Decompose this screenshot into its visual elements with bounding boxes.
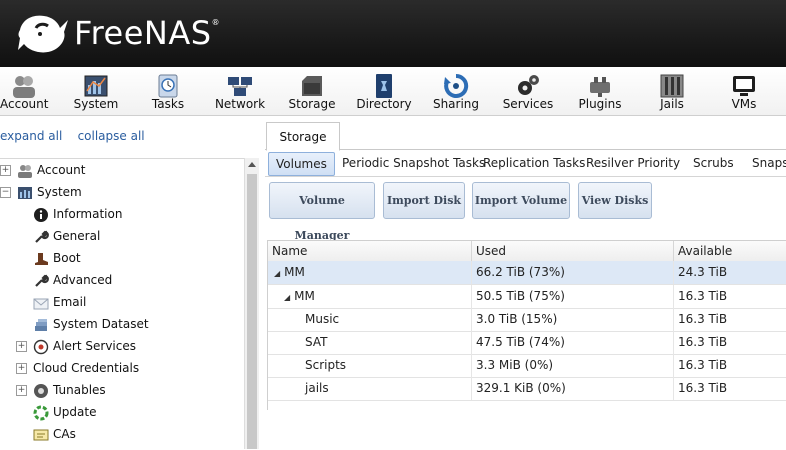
tree-item-system[interactable]: − System — [0, 182, 82, 202]
subtab-snapshots[interactable]: Snaps — [752, 152, 786, 174]
storage-icon — [302, 76, 322, 96]
update-icon — [33, 405, 49, 420]
table-row[interactable]: jails 329.1 KiB (0%) 16.3 TiB — [268, 377, 786, 401]
account-icon — [18, 164, 32, 178]
toolbar-system-button[interactable]: System — [70, 67, 122, 115]
alert-icon — [33, 339, 49, 354]
table-row[interactable]: Scripts 3.3 MiB (0%) 16.3 TiB — [268, 354, 786, 378]
plugins-icon — [590, 77, 610, 97]
tree-item-email[interactable]: Email — [33, 292, 86, 312]
toolbar-jails-button[interactable]: Jails — [650, 67, 694, 115]
table-row[interactable]: ◢ MM 50.5 TiB (75%) 16.3 TiB — [268, 285, 786, 309]
expand-toggle-icon[interactable]: + — [16, 385, 27, 396]
storage-subtabs: Volumes Periodic Snapshot Tasks Replicat… — [265, 150, 786, 177]
system-icon — [18, 186, 32, 199]
directory-icon — [376, 74, 392, 98]
collapse-toggle-icon[interactable]: − — [0, 187, 11, 198]
dataset-icon — [35, 318, 47, 331]
volume-manager-button[interactable]: Volume Manager — [269, 182, 375, 242]
boot-icon — [35, 252, 48, 265]
subtab-volumes[interactable]: Volumes — [268, 152, 335, 176]
subtab-resilver-priority[interactable]: Resilver Priority — [586, 152, 680, 174]
account-icon — [13, 76, 35, 98]
toolbar-sharing-button[interactable]: Sharing — [432, 67, 480, 115]
table-row[interactable]: SAT 47.5 TiB (74%) 16.3 TiB — [268, 331, 786, 355]
scroll-up-arrow-icon[interactable] — [248, 162, 256, 167]
jails-icon — [660, 74, 684, 98]
sharing-icon — [444, 73, 469, 98]
subtab-periodic-snapshot-tasks[interactable]: Periodic Snapshot Tasks — [342, 152, 485, 174]
services-icon — [518, 75, 539, 95]
toolbar-network-button[interactable]: Network — [212, 67, 268, 115]
tree-item-update[interactable]: Update — [33, 402, 96, 422]
table-header: Name Used Available — [268, 240, 786, 262]
import-disk-button[interactable]: Import Disk — [383, 182, 465, 219]
toolbar-account-button[interactable]: Account — [0, 67, 48, 115]
column-header-available[interactable]: Available — [674, 241, 786, 261]
subtab-scrubs[interactable]: Scrubs — [693, 152, 734, 174]
expand-triangle-icon[interactable]: ◢ — [274, 262, 280, 285]
network-icon — [228, 77, 252, 96]
system-icon — [84, 75, 108, 97]
toolbar-plugins-button[interactable]: Plugins — [576, 67, 624, 115]
expand-all-link[interactable]: expand all — [0, 129, 62, 143]
wrench-icon — [35, 273, 49, 287]
import-volume-button[interactable]: Import Volume — [472, 182, 570, 219]
tree-controls: expand all collapse all — [0, 129, 145, 143]
nav-tree: + Account − System Information General Boo… — [0, 158, 244, 450]
tree-item-advanced[interactable]: Advanced — [33, 270, 112, 290]
tasks-icon — [158, 74, 178, 98]
view-disks-button[interactable]: View Disks — [578, 182, 652, 219]
brand-title: FreeNAS® — [74, 14, 221, 52]
toolbar-services-button[interactable]: Services — [502, 67, 554, 115]
tab-storage[interactable]: Storage — [266, 122, 340, 151]
email-icon — [33, 298, 49, 309]
toolbar-directory-button[interactable]: Directory — [356, 67, 412, 115]
toolbar-storage-button[interactable]: Storage — [286, 67, 338, 115]
main-toolbar: Account System Tasks Network Storage Dir… — [0, 67, 786, 116]
table-row[interactable]: ◢ MM 66.2 TiB (73%) 24.3 TiB — [268, 261, 786, 285]
tree-item-account[interactable]: + Account — [0, 160, 85, 180]
navigation-pane: expand all collapse all + Account − System… — [0, 116, 262, 449]
expand-toggle-icon[interactable]: + — [16, 363, 27, 374]
toolbar-tasks-button[interactable]: Tasks — [146, 67, 190, 115]
certificate-icon — [33, 429, 49, 440]
expand-toggle-icon[interactable]: + — [0, 165, 11, 176]
main-tab-bar: Storage — [265, 122, 786, 151]
tree-item-tunables[interactable]: + Tunables — [16, 380, 106, 400]
subtab-replication-tasks[interactable]: Replication Tasks — [483, 152, 585, 174]
column-header-name[interactable]: Name — [268, 241, 472, 261]
scrollbar-thumb[interactable] — [247, 174, 257, 449]
info-icon — [34, 207, 48, 222]
content-area: Storage Volumes Periodic Snapshot Tasks … — [265, 116, 786, 449]
tree-item-general[interactable]: General — [33, 226, 100, 246]
wrench-icon — [35, 229, 49, 243]
expand-toggle-icon[interactable]: + — [16, 341, 27, 352]
tree-item-information[interactable]: Information — [33, 204, 122, 224]
column-header-used[interactable]: Used — [472, 241, 674, 261]
freenas-shark-logo-icon — [18, 15, 68, 53]
tree-item-alert-services[interactable]: + Alert Services — [16, 336, 136, 356]
tree-item-cas[interactable]: CAs — [33, 424, 76, 444]
tunables-icon — [34, 383, 48, 398]
volumes-table: Name Used Available ◢ MM 66.2 TiB (73%) 2… — [267, 240, 786, 410]
nav-scrollbar[interactable] — [244, 158, 259, 449]
tree-item-boot[interactable]: Boot — [33, 248, 81, 268]
volume-action-buttons: Volume Manager Import Disk Import Volume… — [265, 180, 786, 242]
app-header: FreeNAS® — [0, 0, 786, 67]
toolbar-vms-button[interactable]: VMs — [722, 67, 766, 115]
expand-triangle-icon[interactable]: ◢ — [284, 286, 290, 309]
tree-item-cloud-credentials[interactable]: + Cloud Credentials — [16, 358, 139, 378]
collapse-all-link[interactable]: collapse all — [78, 129, 145, 143]
table-row[interactable]: Music 3.0 TiB (15%) 16.3 TiB — [268, 308, 786, 332]
vms-icon — [733, 76, 755, 96]
tree-item-system-dataset[interactable]: System Dataset — [33, 314, 149, 334]
